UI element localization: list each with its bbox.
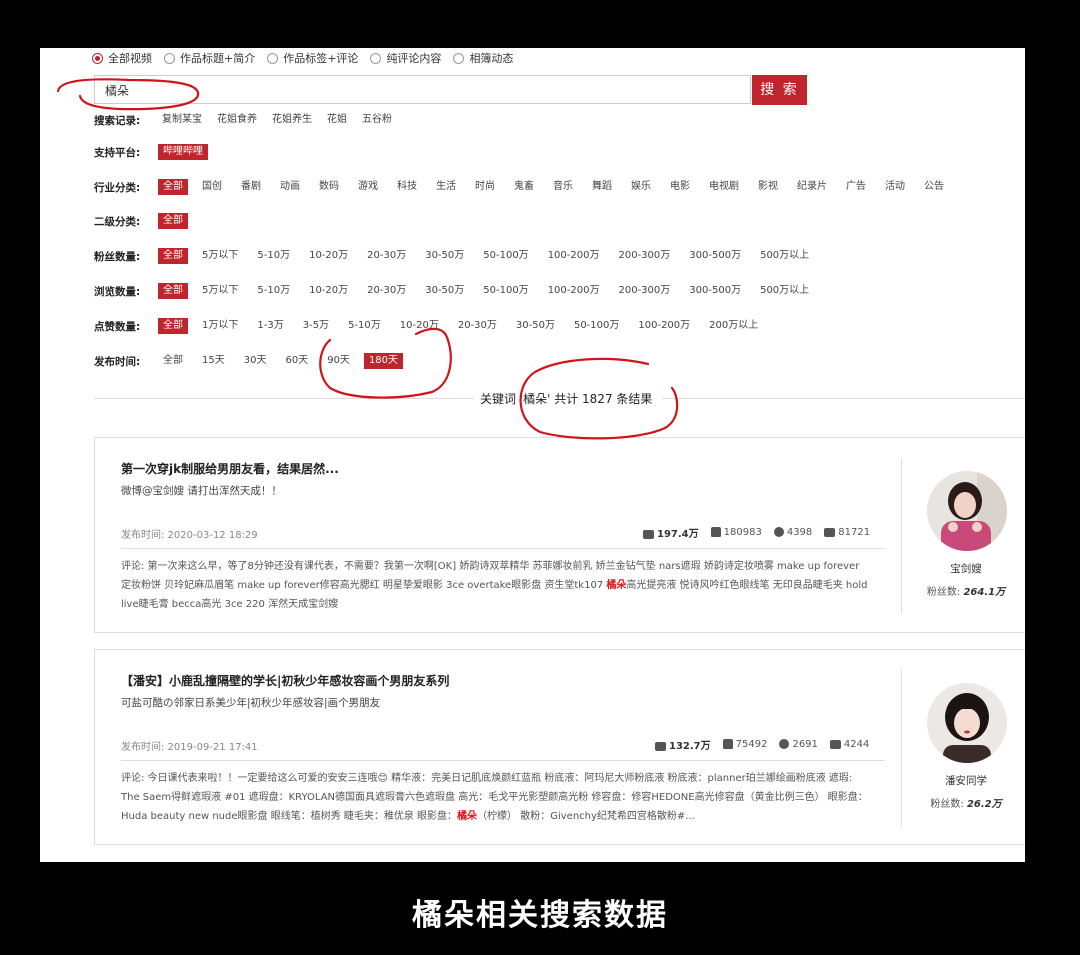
time-circle-annotation <box>319 327 452 399</box>
result-circle-annotation <box>519 357 679 440</box>
annotation-overlay <box>56 78 679 440</box>
caption: 橘朵相关搜索数据 <box>412 898 668 933</box>
search-circle-annotation <box>56 78 200 111</box>
